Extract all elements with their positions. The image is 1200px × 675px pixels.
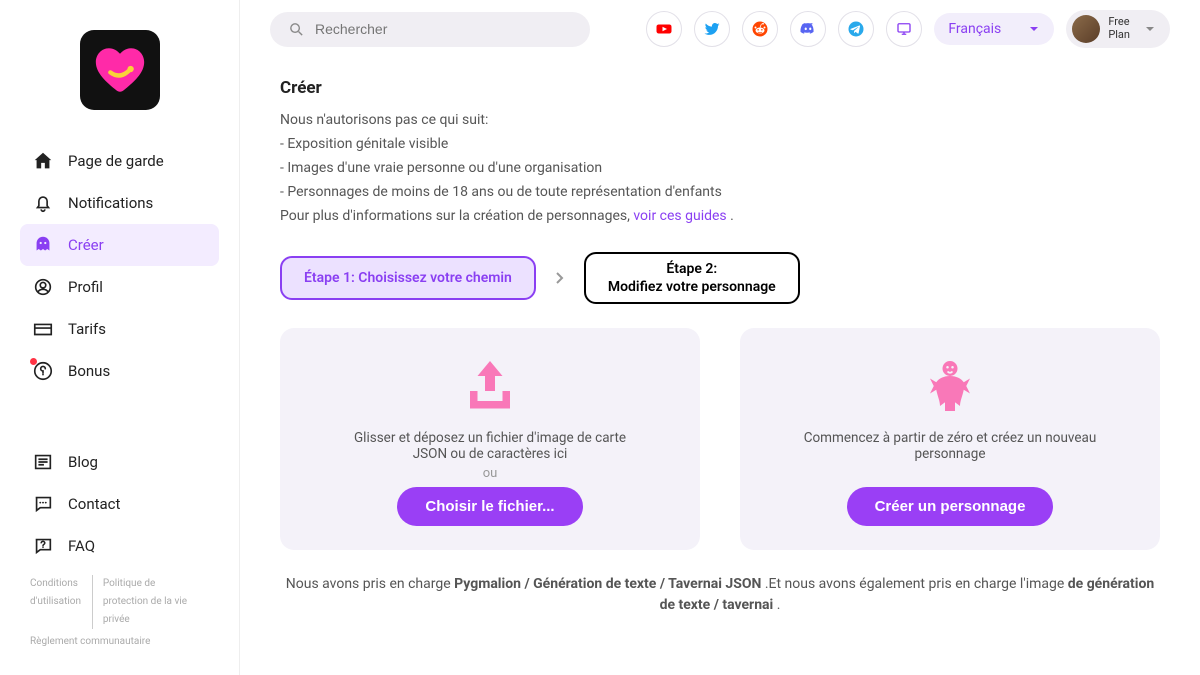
app-logo[interactable] [80,30,160,110]
nav-contact[interactable]: Contact [20,483,219,525]
chat-icon [32,493,54,515]
footer-links: Conditions d'utilisation Politique de pr… [0,567,239,655]
telegram-link[interactable] [838,11,874,47]
upload-card[interactable]: Glisser et déposez un fichier d'image de… [280,328,700,550]
language-selector[interactable]: Français [934,13,1054,45]
nav-label: Bonus [68,362,110,380]
discord-link[interactable] [790,11,826,47]
faq-icon [32,535,54,557]
nav-label: Blog [68,453,98,471]
nav-label: Contact [68,495,120,513]
upload-icon [460,356,520,416]
reddit-link[interactable] [742,11,778,47]
bell-icon [32,192,54,214]
profile-icon [32,276,54,298]
step-2[interactable]: Étape 2: Modifiez votre personnage [584,252,800,304]
guide-text: Pour plus d'informations sur la création… [280,208,1160,224]
blog-icon [32,451,54,473]
nav-faq[interactable]: FAQ [20,525,219,567]
footer-terms[interactable]: Conditions d'utilisation [30,575,93,629]
nav-label: Créer [68,236,104,254]
nav-lower: Blog Contact FAQ [0,441,239,567]
ghost-icon [32,234,54,256]
cards: Glisser et déposez un fichier d'image de… [280,328,1160,550]
nav-notifications[interactable]: Notifications [20,182,219,224]
card-icon [32,318,54,340]
topbar: Français Free Plan [240,0,1200,58]
intro-text: Nous n'autorisons pas ce qui suit: [280,112,1160,128]
youtube-link[interactable] [646,11,682,47]
nav-create[interactable]: Créer [20,224,219,266]
steps: Étape 1: Choisissez votre chemin Étape 2… [280,252,1160,304]
rule-text: - Personnages de moins de 18 ans ou de t… [280,184,1160,200]
nav-pricing[interactable]: Tarifs [20,308,219,350]
nav-label: Tarifs [68,320,106,338]
chevron-right-icon [554,269,566,288]
home-icon [32,150,54,172]
desktop-link[interactable] [886,11,922,47]
upload-text: Glisser et déposez un fichier d'image de… [340,430,640,462]
nav-blog[interactable]: Blog [20,441,219,483]
badge-dot [30,358,37,365]
content: Créer Nous n'autorisons pas ce qui suit:… [240,58,1200,644]
nav-profile[interactable]: Profil [20,266,219,308]
nav-label: Page de garde [68,152,164,170]
support-text: Nous avons pris en charge Pygmalion / Gé… [280,574,1160,616]
search-icon [288,21,305,38]
nav-bonus[interactable]: Bonus [20,350,219,392]
create-text: Commencez à partir de zéro et créez un n… [800,430,1100,462]
page-title: Créer [280,78,1160,98]
sidebar: Page de garde Notifications Créer Profil… [0,0,240,675]
nav-home[interactable]: Page de garde [20,140,219,182]
person-icon [920,356,980,416]
footer-privacy[interactable]: Politique de protection de la vie privée [103,575,199,629]
main: Français Free Plan Créer Nous n'autoriso… [240,0,1200,675]
search-box[interactable] [270,12,590,47]
footer-community[interactable]: Règlement communautaire [30,633,160,651]
nav-label: Notifications [68,194,153,212]
nav-label: Profil [68,278,103,296]
guide-link[interactable]: voir ces guides [633,208,726,224]
step-1[interactable]: Étape 1: Choisissez votre chemin [280,256,536,300]
chevron-down-icon [1144,23,1156,35]
create-character-button[interactable]: Créer un personnage [847,487,1054,526]
nav-label: FAQ [68,537,95,555]
main-nav: Page de garde Notifications Créer Profil… [0,140,239,441]
rule-text: - Images d'une vraie personne ou d'une o… [280,160,1160,176]
plan-text: Free Plan [1108,16,1130,41]
avatar [1072,15,1100,43]
rule-text: - Exposition génitale visible [280,136,1160,152]
upload-or: ou [483,466,498,481]
twitter-link[interactable] [694,11,730,47]
bonus-icon [32,360,54,382]
plan-selector[interactable]: Free Plan [1066,10,1170,48]
create-card[interactable]: Commencez à partir de zéro et créez un n… [740,328,1160,550]
search-input[interactable] [315,21,572,37]
choose-file-button[interactable]: Choisir le fichier... [397,487,582,526]
chevron-down-icon [1028,23,1040,35]
language-label: Français [948,21,1001,37]
